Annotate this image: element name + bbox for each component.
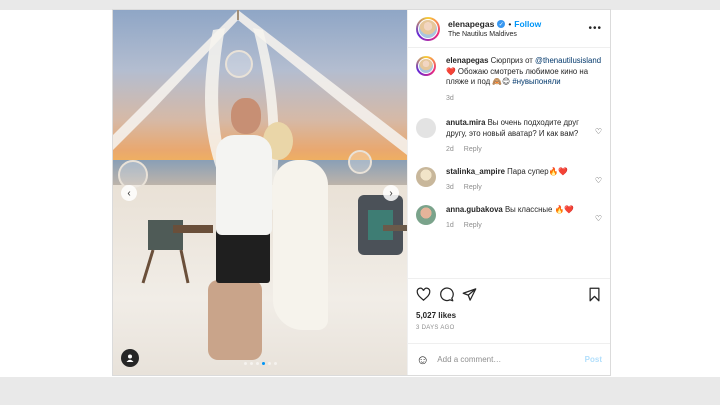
heart-icon[interactable]: ♡ — [595, 127, 602, 136]
carousel-dots — [113, 362, 407, 365]
caption-username[interactable]: elenapegas — [446, 56, 488, 65]
heart-icon[interactable]: ♡ — [595, 214, 602, 223]
comment-time: 2d — [446, 146, 454, 153]
caption: elenapegas Сюрприз от @thenautilusisland… — [416, 56, 602, 104]
author-username[interactable]: elenapegas — [448, 19, 494, 29]
likes-count[interactable]: 5,027 likes — [416, 311, 602, 320]
heart-icon[interactable]: ♡ — [595, 176, 602, 185]
comment-time: 1d — [446, 222, 454, 229]
comment-text: Пара супер🔥❤️ — [507, 166, 569, 176]
carousel-dot — [267, 362, 271, 365]
post-sidebar: elenapegas ✓ • Follow The Nautilus Maldi… — [407, 10, 610, 375]
author-avatar[interactable] — [416, 16, 440, 41]
post-actions: 5,027 likes 3 DAYS AGO — [408, 278, 610, 335]
share-icon[interactable] — [462, 287, 477, 302]
carousel-dot — [243, 362, 247, 365]
comment-avatar[interactable] — [416, 118, 436, 138]
list-item: anna.gubakova Вы классные 🔥❤️ 1d Reply ♡ — [416, 204, 602, 232]
post-card: ‹ › elenapegas ✓ • Follow The Nautilus M… — [112, 9, 611, 376]
reply-button[interactable]: Reply — [464, 183, 482, 194]
bookmark-icon[interactable] — [587, 287, 602, 302]
dreamcatcher-right — [348, 150, 372, 174]
comment-avatar[interactable] — [416, 166, 436, 187]
caption-text-1: Сюрприз от — [490, 56, 533, 65]
photo-man-legs — [208, 280, 262, 360]
more-options-icon[interactable]: ••• — [588, 23, 602, 34]
comment-time: 3d — [446, 184, 454, 191]
caption-hashtag[interactable]: #нувыпоняли — [512, 77, 560, 86]
verified-icon: ✓ — [497, 20, 506, 28]
comment-input[interactable] — [437, 355, 585, 364]
photo-man — [216, 135, 272, 235]
add-comment-bar: ☺ Post — [408, 343, 610, 375]
comment-username[interactable]: anuta.mira — [446, 118, 485, 127]
carousel-next-button[interactable]: › — [383, 185, 399, 201]
caption-emoji: 🙈😊 — [492, 77, 511, 86]
heart-icon[interactable] — [416, 287, 431, 302]
separator-dot: • — [508, 19, 512, 29]
dreamcatcher-left — [225, 50, 253, 78]
post-header: elenapegas ✓ • Follow The Nautilus Maldi… — [408, 10, 610, 48]
post-comment-button[interactable]: Post — [585, 355, 602, 364]
reply-button[interactable]: Reply — [464, 221, 482, 232]
comment-username[interactable]: anna.gubakova — [446, 205, 503, 214]
carousel-prev-button[interactable]: ‹ — [121, 185, 137, 201]
follow-button[interactable]: Follow — [514, 19, 541, 29]
reply-button[interactable]: Reply — [464, 145, 482, 156]
carousel-dot — [261, 362, 265, 365]
list-item: anuta.mira Вы очень подходите друг другу… — [416, 118, 602, 156]
photo-chair — [141, 220, 213, 284]
bottom-backdrop — [0, 377, 720, 405]
carousel-dot — [273, 362, 277, 365]
carousel-dot — [255, 362, 259, 365]
user-tag-icon[interactable] — [121, 349, 139, 367]
caption-time: 3d — [446, 94, 454, 102]
comment-avatar[interactable] — [416, 204, 436, 225]
photo-woman — [273, 160, 328, 330]
list-item: stalinka_ampire Пара супер🔥❤️ 3d Reply ♡ — [416, 166, 602, 194]
post-location[interactable]: The Nautilus Maldives — [448, 31, 541, 38]
caption-mention[interactable]: @thenautilusisland — [535, 56, 601, 65]
post-photo[interactable]: ‹ › — [113, 10, 407, 375]
post-date: 3 DAYS AGO — [416, 325, 455, 331]
comment-text: Вы классные 🔥❤️ — [504, 204, 574, 214]
comments-list: elenapegas Сюрприз от @thenautilusisland… — [408, 48, 610, 278]
carousel-dot — [249, 362, 253, 365]
comment-username[interactable]: stalinka_ampire — [446, 167, 505, 176]
caption-avatar[interactable] — [416, 56, 436, 76]
photo-man-head — [231, 98, 261, 134]
smile-icon[interactable]: ☺ — [416, 352, 429, 367]
comment-icon[interactable] — [439, 287, 454, 302]
